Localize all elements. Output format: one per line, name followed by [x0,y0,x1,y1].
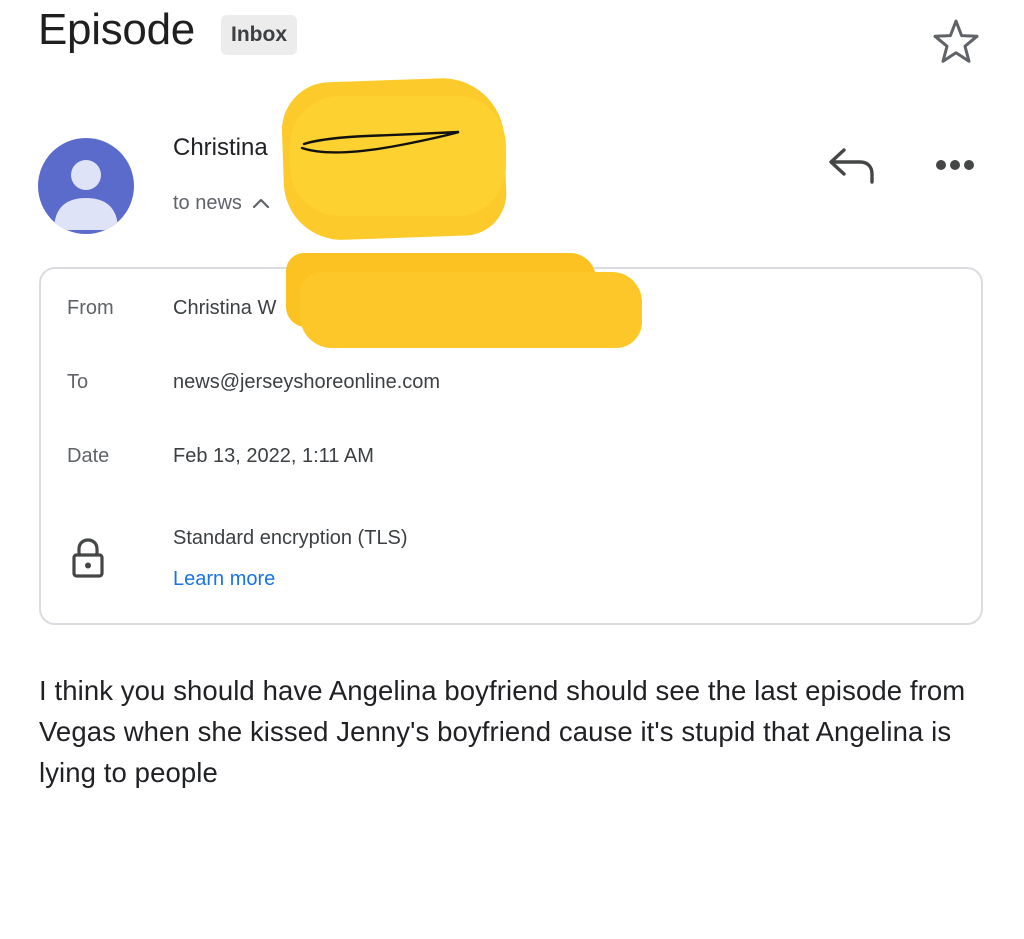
recipient-summary: to news [173,192,242,214]
more-horizontal-icon [936,160,974,170]
date-value: Feb 13, 2022, 1:11 AM [173,445,374,467]
star-icon[interactable] [931,17,981,67]
reply-icon [829,148,874,184]
redaction-mark [280,76,508,242]
inbox-label-chip[interactable]: Inbox [221,15,297,55]
more-options-button[interactable] [930,150,980,180]
person-icon [54,160,118,230]
redaction-mark [290,96,506,216]
from-label: From [67,297,114,319]
avatar[interactable] [38,138,134,234]
reply-button[interactable] [826,142,878,190]
lock-icon [70,538,106,578]
learn-more-link[interactable]: Learn more [173,565,275,593]
to-label: To [67,371,89,393]
recipient-toggle[interactable]: to news [173,189,270,217]
encryption-status: Standard encryption (TLS) [173,527,408,549]
from-value[interactable]: Christina W [173,294,276,322]
email-subject: Episode [38,5,195,54]
date-label: Date [67,445,110,467]
redaction-scribble [300,130,460,154]
chevron-up-icon [252,198,270,209]
to-value[interactable]: news@jerseyshoreonline.com [173,368,440,396]
sender-name[interactable]: Christina [173,132,268,164]
email-body: I think you should have Angelina boyfrie… [39,675,966,788]
